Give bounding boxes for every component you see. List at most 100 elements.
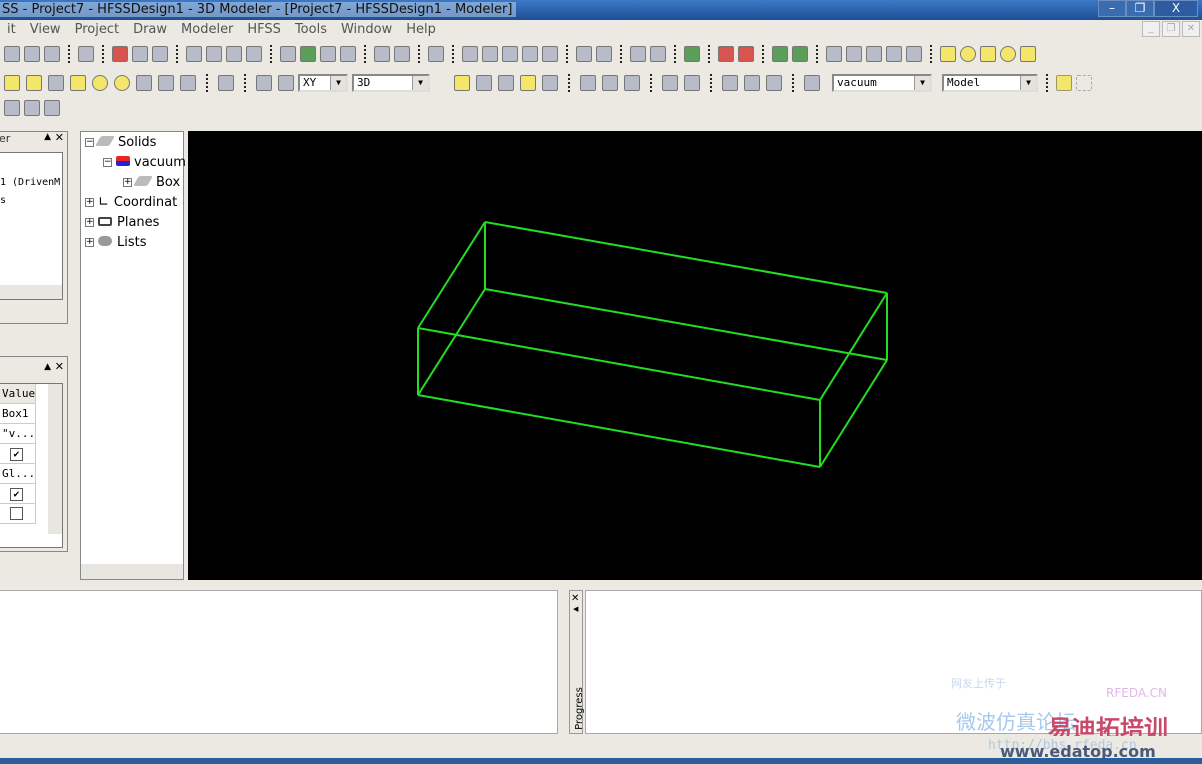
intersect-icon[interactable] bbox=[498, 75, 514, 91]
close-panel-icon[interactable]: ✕ bbox=[571, 593, 579, 604]
pin-icon[interactable]: ▲ bbox=[44, 362, 51, 372]
property-checkbox[interactable] bbox=[10, 507, 23, 520]
pin-icon[interactable]: ▲ bbox=[44, 132, 51, 142]
imprint-icon[interactable] bbox=[542, 75, 558, 91]
tree-node-planes[interactable]: + Planes bbox=[85, 215, 159, 230]
pan-icon[interactable] bbox=[462, 46, 478, 62]
plane-select[interactable]: XY ▼ bbox=[298, 74, 348, 92]
add-object-icon[interactable] bbox=[1076, 75, 1092, 91]
rectangle-icon[interactable] bbox=[940, 46, 956, 62]
script-icon[interactable] bbox=[280, 46, 296, 62]
coordinate-system-icon[interactable] bbox=[4, 100, 20, 116]
material-select[interactable]: vacuum ▼ bbox=[832, 74, 932, 92]
fit-selected-icon[interactable] bbox=[650, 46, 666, 62]
select-icon[interactable] bbox=[186, 46, 202, 62]
cone-icon[interactable] bbox=[70, 75, 86, 91]
property-value[interactable] bbox=[0, 504, 36, 524]
rotate-object-icon[interactable] bbox=[602, 75, 618, 91]
zoom-out-icon[interactable] bbox=[596, 46, 612, 62]
zoom-in-icon[interactable] bbox=[576, 46, 592, 62]
menu-tools[interactable]: Tools bbox=[288, 20, 334, 40]
zoom-icon[interactable] bbox=[542, 46, 558, 62]
plot-icon[interactable] bbox=[394, 46, 410, 62]
mdi-minimize-button[interactable]: _ bbox=[1142, 21, 1160, 37]
menu-view[interactable]: View bbox=[23, 20, 68, 40]
cut-icon[interactable] bbox=[4, 46, 20, 62]
rotate-axis-icon[interactable] bbox=[502, 46, 518, 62]
progress-tab[interactable]: ✕ ◀ Progress bbox=[569, 590, 585, 734]
helix-icon[interactable] bbox=[136, 75, 152, 91]
menu-hfss[interactable]: HFSS bbox=[240, 20, 288, 40]
plane-icon[interactable] bbox=[278, 75, 294, 91]
property-checkbox[interactable]: ✔ bbox=[10, 448, 23, 461]
analyze-icon[interactable] bbox=[320, 46, 336, 62]
polygon-icon[interactable] bbox=[980, 46, 996, 62]
mdi-close-button[interactable]: ✕ bbox=[1182, 21, 1200, 37]
3d-modeler-viewport[interactable] bbox=[188, 131, 1202, 580]
equation-curve-icon[interactable] bbox=[906, 46, 922, 62]
split-icon[interactable] bbox=[520, 75, 536, 91]
relative-cs-icon[interactable] bbox=[24, 100, 40, 116]
notes-icon[interactable] bbox=[340, 46, 356, 62]
arc-icon[interactable] bbox=[866, 46, 882, 62]
property-value[interactable]: "v... bbox=[0, 424, 36, 444]
duplicate-along-line-icon[interactable] bbox=[722, 75, 738, 91]
circle-icon[interactable] bbox=[960, 46, 976, 62]
create-region-icon[interactable] bbox=[1056, 75, 1072, 91]
fit-all-icon[interactable] bbox=[630, 46, 646, 62]
menu-project[interactable]: Project bbox=[68, 20, 126, 40]
quick-report-icon[interactable] bbox=[246, 46, 262, 62]
mdi-restore-button[interactable]: ❐ bbox=[1162, 21, 1180, 37]
cylinder-icon[interactable] bbox=[26, 75, 42, 91]
face-cs-icon[interactable] bbox=[44, 100, 60, 116]
show-selected-icon[interactable] bbox=[792, 46, 808, 62]
region-icon[interactable] bbox=[218, 75, 234, 91]
menu-draw[interactable]: Draw bbox=[126, 20, 174, 40]
dropdown-arrow-icon[interactable]: ▼ bbox=[412, 76, 428, 90]
property-value[interactable]: ✔ bbox=[0, 444, 36, 464]
vertical-scrollbar[interactable] bbox=[48, 384, 62, 534]
center-arc-icon[interactable] bbox=[886, 46, 902, 62]
box-icon[interactable] bbox=[4, 75, 20, 91]
tree-node-coordinate-systems[interactable]: + ∟ Coordinat bbox=[85, 195, 177, 210]
orbit-icon[interactable] bbox=[522, 46, 538, 62]
show-all-icon[interactable] bbox=[772, 46, 788, 62]
property-value[interactable]: ✔ bbox=[0, 484, 36, 504]
property-value[interactable]: Box1 bbox=[0, 404, 36, 424]
validate-icon[interactable] bbox=[300, 46, 316, 62]
dropdown-arrow-icon[interactable]: ▼ bbox=[330, 76, 346, 90]
print-icon[interactable] bbox=[78, 46, 94, 62]
close-panel-icon[interactable]: ✕ bbox=[55, 360, 64, 373]
property-checkbox[interactable]: ✔ bbox=[10, 488, 23, 501]
close-button[interactable]: X bbox=[1154, 0, 1198, 17]
menu-it[interactable]: it bbox=[0, 20, 23, 40]
move-icon[interactable] bbox=[580, 75, 596, 91]
tree-node-lists[interactable]: + Lists bbox=[85, 235, 147, 250]
paste-icon[interactable] bbox=[44, 46, 60, 62]
duplicate-around-axis-icon[interactable] bbox=[744, 75, 760, 91]
collapse-icon[interactable]: ◀ bbox=[573, 605, 578, 613]
menu-window[interactable]: Window bbox=[334, 20, 399, 40]
regular-polyhedron-icon[interactable] bbox=[48, 75, 64, 91]
view-select[interactable]: 3D ▼ bbox=[352, 74, 430, 92]
torus-icon[interactable] bbox=[114, 75, 130, 91]
horizontal-scrollbar[interactable] bbox=[0, 285, 62, 299]
spline-icon[interactable] bbox=[846, 46, 862, 62]
copy-image-icon[interactable] bbox=[428, 46, 444, 62]
line-icon[interactable] bbox=[826, 46, 842, 62]
hide-all-icon[interactable] bbox=[718, 46, 734, 62]
unite-icon[interactable] bbox=[454, 75, 470, 91]
hide-selected-icon[interactable] bbox=[738, 46, 754, 62]
close-panel-icon[interactable]: ✕ bbox=[55, 131, 64, 144]
horizontal-scrollbar[interactable] bbox=[81, 564, 183, 579]
subtract-icon[interactable] bbox=[476, 75, 492, 91]
tree-node-solids[interactable]: − Solids bbox=[85, 135, 156, 150]
menu-help[interactable]: Help bbox=[399, 20, 443, 40]
import-icon[interactable] bbox=[206, 46, 222, 62]
tree-item[interactable]: s bbox=[0, 195, 6, 206]
duplicate-mirror-icon[interactable] bbox=[766, 75, 782, 91]
tree-item-setup[interactable]: 1 (DrivenM bbox=[0, 177, 60, 188]
tree-node-box[interactable]: + Box bbox=[123, 175, 180, 190]
thicken-icon[interactable] bbox=[684, 75, 700, 91]
dropdown-arrow-icon[interactable]: ▼ bbox=[1020, 76, 1036, 90]
